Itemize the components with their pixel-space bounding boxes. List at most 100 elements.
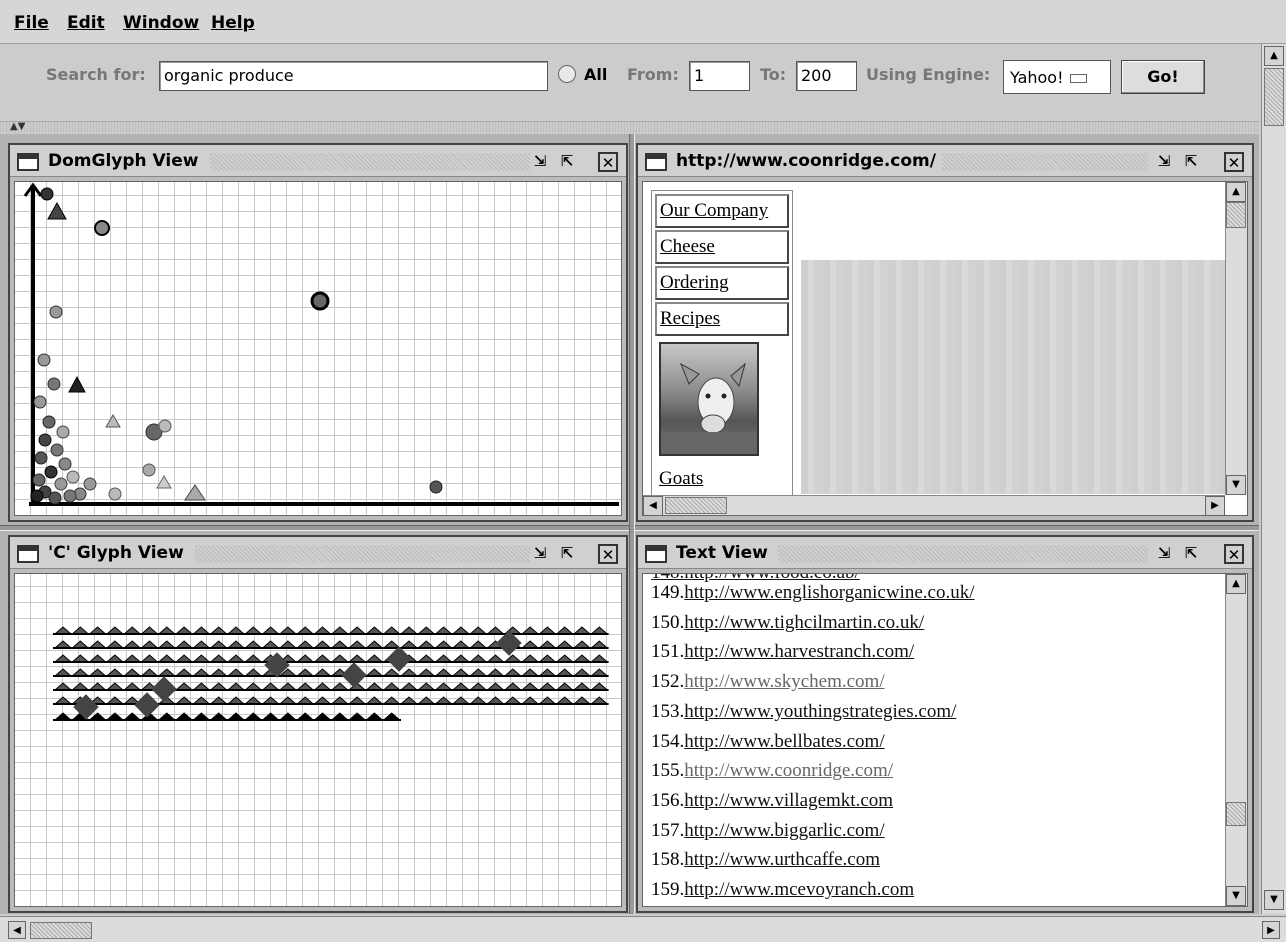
hscroll-thumb[interactable] — [665, 497, 727, 514]
text-line[interactable]: 153.http://www.youthingstrategies.com/ — [651, 701, 956, 723]
textview-window[interactable]: Text View ⇲ ⇱ ✕ 148.http://www.food.co.a… — [636, 535, 1254, 913]
domglyph-window[interactable]: DomGlyph View ⇲ ⇱ ✕ — [8, 143, 628, 522]
browser-horizontal-scrollbar[interactable]: ◀ ▶ — [643, 495, 1225, 515]
cglyph-titlebar[interactable]: 'C' Glyph View ⇲ ⇱ ✕ — [10, 537, 626, 569]
close-icon[interactable]: ✕ — [1224, 152, 1244, 172]
url-link[interactable]: http://www.tighcilmartin.co.uk/ — [684, 612, 924, 633]
from-input[interactable]: 1 — [689, 61, 750, 91]
url-link[interactable]: http://www.bellbates.com/ — [684, 731, 884, 752]
text-line[interactable]: 159.http://www.mcevoyranch.com — [651, 879, 914, 901]
toolbar-splitter[interactable]: ▲▼ — [0, 121, 1259, 133]
search-input[interactable]: organic produce — [159, 61, 548, 91]
minimize-icon[interactable]: ⇲ — [530, 152, 550, 172]
url-link[interactable]: http://www.biggarlic.com/ — [684, 820, 884, 841]
glyph-triangle — [53, 640, 73, 649]
glyph-triangle — [261, 696, 280, 705]
main-horizontal-scrollbar[interactable]: ◀ ▶ — [0, 916, 1286, 942]
nav-link-recipes[interactable]: Recipes — [655, 302, 789, 336]
nav-link-ordering[interactable]: Ordering — [655, 266, 789, 300]
to-input[interactable]: 200 — [796, 61, 857, 91]
maximize-icon[interactable]: ⇱ — [1181, 544, 1201, 564]
maximize-icon[interactable]: ⇱ — [1181, 152, 1201, 172]
scroll-right-icon[interactable]: ▶ — [1262, 921, 1280, 939]
text-line[interactable]: 157.http://www.biggarlic.com/ — [651, 820, 885, 842]
glyph-triangle — [468, 682, 488, 691]
minimize-icon[interactable]: ⇲ — [1154, 152, 1174, 172]
url-link[interactable]: http://www.englishorganicwine.co.uk/ — [684, 582, 974, 603]
domglyph-canvas[interactable] — [14, 181, 622, 516]
engine-select[interactable]: Yahoo! — [1003, 60, 1111, 94]
textview-vertical-scrollbar[interactable]: ▲ ▼ — [1225, 574, 1247, 906]
cglyph-window[interactable]: 'C' Glyph View ⇲ ⇱ ✕ — [8, 535, 628, 913]
glyph-triangle — [313, 682, 332, 691]
text-line[interactable]: 155.http://www.coonridge.com/ — [651, 760, 893, 782]
glyph-triangle — [572, 668, 592, 677]
maximize-icon[interactable]: ⇱ — [557, 544, 577, 564]
title-grip — [928, 153, 1148, 171]
glyph-triangle — [192, 712, 211, 721]
browser-titlebar[interactable]: http://www.coonridge.com/ ⇲ ⇱ ✕ — [638, 145, 1252, 177]
url-link[interactable]: http://www.youthingstrategies.com/ — [684, 701, 956, 722]
menu-window[interactable]: Window — [123, 13, 199, 33]
all-radio[interactable] — [558, 65, 576, 83]
url-link[interactable]: http://www.mcevoyranch.com — [684, 879, 914, 900]
close-icon[interactable]: ✕ — [598, 544, 618, 564]
menu-help[interactable]: Help — [211, 13, 255, 33]
glyph-triangle — [261, 626, 280, 635]
text-line[interactable]: 152.http://www.skychem.com/ — [651, 671, 885, 693]
glyph-triangle — [243, 682, 263, 691]
url-link[interactable]: http://www.skychem.com/ — [684, 671, 884, 692]
minimize-icon[interactable]: ⇲ — [530, 544, 550, 564]
text-line[interactable]: 154.http://www.bellbates.com/ — [651, 731, 885, 753]
main-vertical-scrollbar[interactable]: ▲ ▼ — [1261, 44, 1286, 914]
url-link[interactable]: http://www.urthcaffe.com — [684, 849, 880, 870]
nav-link-cheese[interactable]: Cheese — [655, 230, 789, 264]
url-link[interactable]: http://www.villagemkt.com — [684, 790, 893, 811]
glyph-triangle — [330, 654, 350, 663]
scroll-down-icon[interactable]: ▼ — [1264, 890, 1284, 910]
glyph-triangle — [520, 682, 540, 691]
close-icon[interactable]: ✕ — [598, 152, 618, 172]
textview-titlebar[interactable]: Text View ⇲ ⇱ ✕ — [638, 537, 1252, 569]
menu-file[interactable]: File — [14, 13, 49, 33]
scroll-left-icon[interactable]: ◀ — [643, 496, 663, 515]
goat-photo[interactable] — [659, 342, 759, 456]
maximize-icon[interactable]: ⇱ — [557, 152, 577, 172]
scroll-right-icon[interactable]: ▶ — [1205, 496, 1225, 515]
menu-edit[interactable]: Edit — [67, 13, 105, 33]
cglyph-canvas[interactable] — [14, 573, 622, 907]
minimize-icon[interactable]: ⇲ — [1154, 544, 1174, 564]
scroll-thumb[interactable] — [1226, 802, 1246, 826]
text-line[interactable]: 151.http://www.harvestranch.com/ — [651, 641, 914, 663]
splitter-arrows-icon[interactable]: ▲▼ — [10, 121, 25, 132]
text-line[interactable]: 149.http://www.englishorganicwine.co.uk/ — [651, 582, 974, 604]
scroll-thumb[interactable] — [1226, 202, 1246, 228]
glyph-triangle — [88, 682, 107, 691]
scroll-up-icon[interactable]: ▲ — [1226, 574, 1246, 594]
browser-vertical-scrollbar[interactable]: ▲ ▼ — [1225, 182, 1247, 495]
text-line[interactable]: 150.http://www.tighcilmartin.co.uk/ — [651, 612, 924, 634]
scroll-left-icon[interactable]: ◀ — [8, 921, 26, 939]
dropdown-icon — [1069, 74, 1087, 83]
browser-window[interactable]: http://www.coonridge.com/ ⇲ ⇱ ✕ Our Comp… — [636, 143, 1254, 522]
url-link[interactable]: http://www.coonridge.com/ — [684, 760, 893, 781]
scroll-thumb[interactable] — [1264, 68, 1284, 126]
scroll-up-icon[interactable]: ▲ — [1264, 46, 1284, 66]
vertical-divider[interactable] — [629, 134, 635, 914]
glyph-triangle — [538, 696, 557, 705]
nav-link-our-company[interactable]: Our Company — [655, 194, 789, 228]
hscroll-thumb[interactable] — [30, 922, 92, 939]
close-icon[interactable]: ✕ — [1224, 544, 1244, 564]
scroll-down-icon[interactable]: ▼ — [1226, 886, 1246, 906]
url-link[interactable]: http://www.harvestranch.com/ — [684, 641, 914, 662]
goats-link[interactable]: Goats — [659, 468, 703, 490]
scroll-down-icon[interactable]: ▼ — [1226, 475, 1246, 495]
scroll-up-icon[interactable]: ▲ — [1226, 182, 1246, 202]
domglyph-title: DomGlyph View — [48, 151, 205, 171]
text-line[interactable]: 158.http://www.urthcaffe.com — [651, 849, 880, 871]
glyph-triangle — [278, 682, 298, 691]
glyph-triangle — [520, 640, 540, 649]
go-button[interactable]: Go! — [1121, 60, 1205, 94]
text-line[interactable]: 156.http://www.villagemkt.com — [651, 790, 893, 812]
domglyph-titlebar[interactable]: DomGlyph View ⇲ ⇱ ✕ — [10, 145, 626, 177]
